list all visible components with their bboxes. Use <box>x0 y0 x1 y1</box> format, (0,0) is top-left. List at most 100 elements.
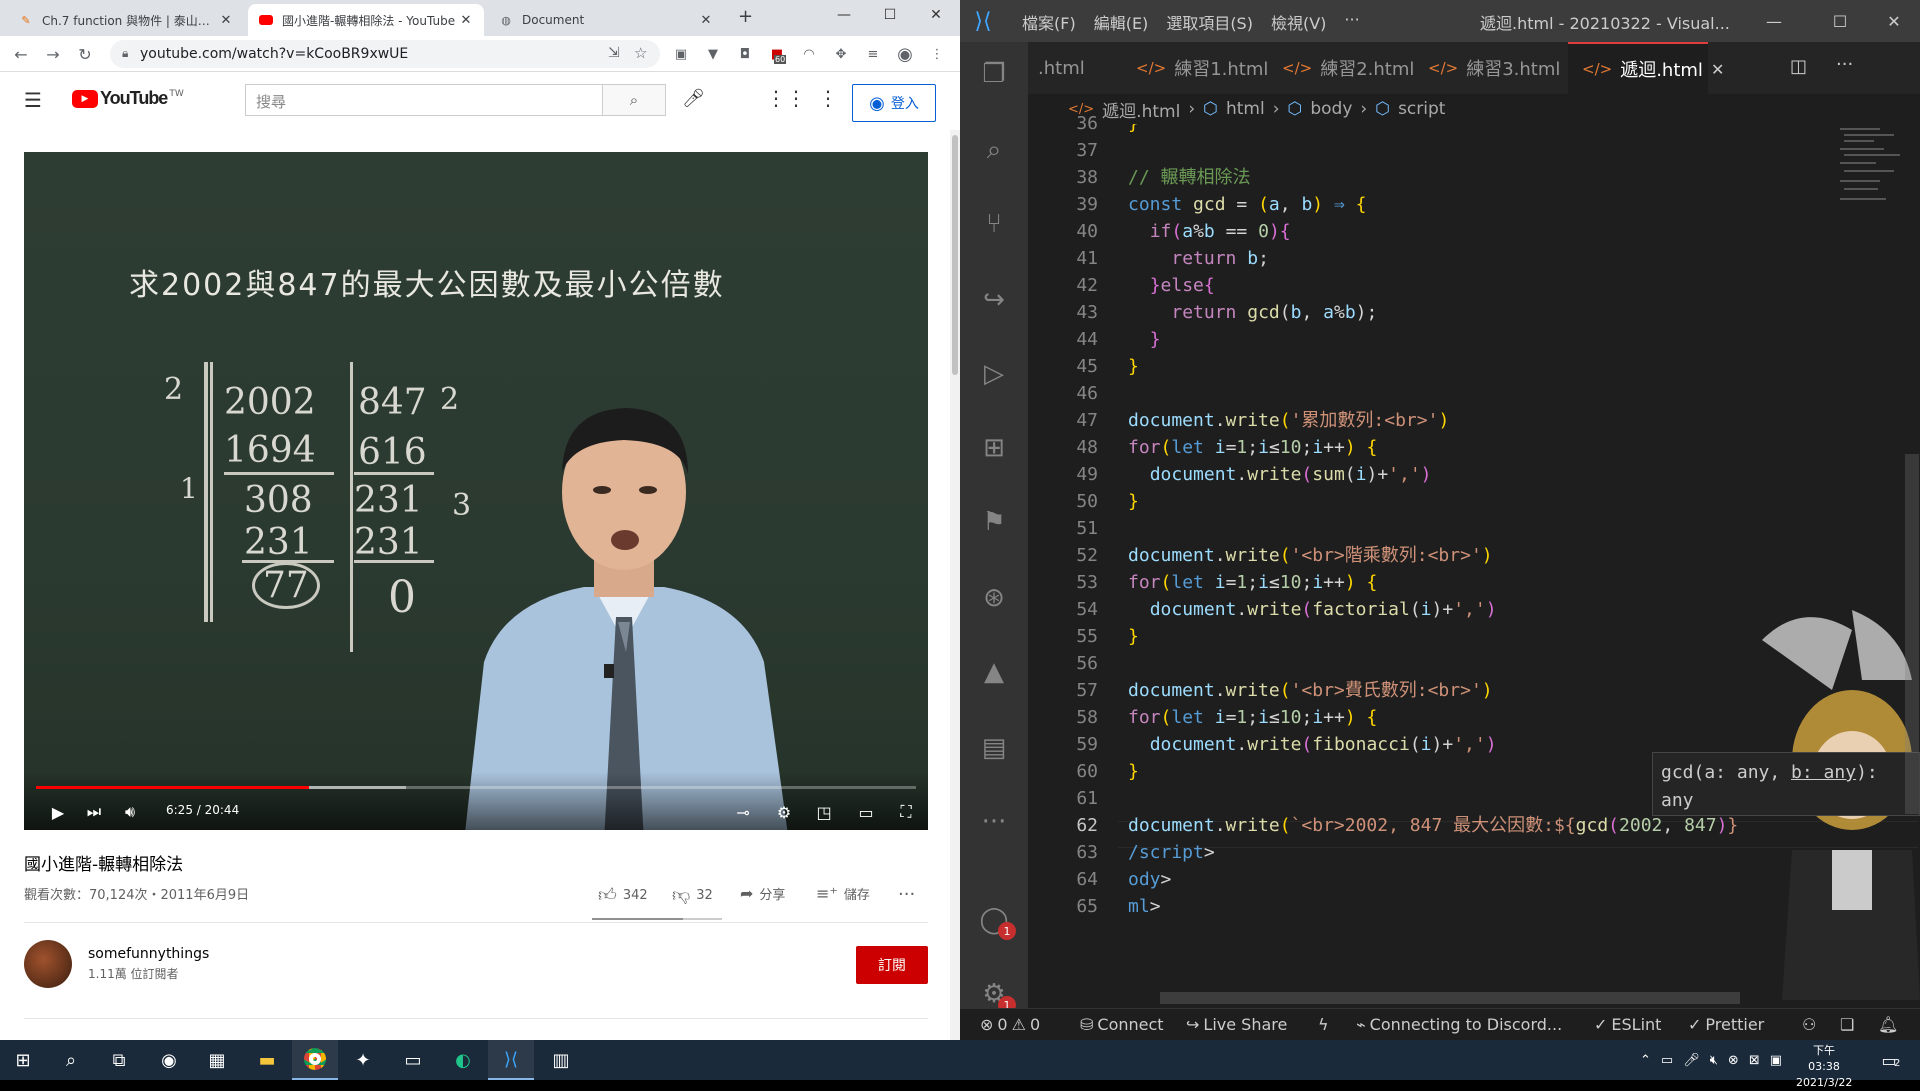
theater-icon[interactable]: ▭ <box>854 800 878 824</box>
close-icon[interactable]: ✕ <box>218 13 234 28</box>
git-graph-icon[interactable]: ⊛ <box>974 578 1014 618</box>
vscode-taskbar-icon[interactable]: ⟩⟨ <box>488 1040 534 1080</box>
run-debug-icon[interactable]: ▷ <box>974 354 1014 394</box>
install-icon[interactable]: ⇲ <box>608 45 620 61</box>
editor-tab-html[interactable]: .html <box>1028 42 1099 94</box>
connect-item[interactable]: ⛁ Connect <box>1080 1015 1164 1034</box>
close-window-icon[interactable]: ✕ <box>1874 6 1914 36</box>
channel-name[interactable]: somefunnythings <box>88 946 209 962</box>
extension-icon[interactable]: ▣ <box>672 45 690 63</box>
settings-dots-icon[interactable]: ⋮ <box>818 86 838 110</box>
menu-more[interactable]: ··· <box>1344 10 1359 34</box>
horizontal-scrollbar[interactable] <box>1160 992 1740 1004</box>
save-button[interactable]: ≡⁺ 儲存 <box>816 884 870 903</box>
progress-bar[interactable] <box>36 786 916 789</box>
new-tab-button[interactable]: + <box>738 6 753 27</box>
notebook-icon[interactable]: ▤ <box>974 728 1014 768</box>
breadcrumb-script[interactable]: script <box>1398 99 1445 119</box>
bookmark-star-icon[interactable]: ☆ <box>634 44 647 62</box>
bell-icon[interactable]: 🔔︎ <box>1878 1015 1898 1034</box>
miniplayer-icon[interactable]: ◳ <box>812 800 836 824</box>
hamburger-icon[interactable]: ☰ <box>24 88 42 112</box>
adblock-icon[interactable]: ■ 60 <box>768 45 787 64</box>
fullscreen-icon[interactable]: ⛶ <box>894 800 918 824</box>
eslint-item[interactable]: ✓ ESLint <box>1594 1015 1661 1034</box>
apps-grid-icon[interactable]: ⋮⋮ <box>766 86 806 110</box>
editor-tab-practice1[interactable]: </> 練習1.html <box>1122 42 1282 94</box>
close-icon[interactable]: ✕ <box>458 13 474 28</box>
chevron-up-icon[interactable]: ⌃ <box>1640 1053 1651 1068</box>
reload-icon[interactable]: ↻ <box>74 43 96 65</box>
speaker-mute-icon[interactable]: 🔇︎ <box>1710 1053 1718 1068</box>
chrome-icon[interactable] <box>292 1040 338 1080</box>
editor-tab-practice2[interactable]: </> 練習2.html <box>1268 42 1428 94</box>
search-icon[interactable]: ⌕ <box>974 130 1014 170</box>
browser-tab-1[interactable]: ✎ Ch.7 function 與物件 | 泰山職訓 ✕ <box>8 4 244 36</box>
keyboard-icon[interactable]: ▣ <box>1770 1053 1782 1068</box>
like-button[interactable]: 👍︎ 342 <box>598 884 648 906</box>
maximize-icon[interactable]: ☐ <box>1820 6 1860 36</box>
close-tab-icon[interactable]: ✕ <box>1711 60 1724 79</box>
vpn-icon[interactable]: ⊗ <box>1728 1053 1739 1068</box>
video-player[interactable]: 求2002與847的最大公因數及最小公倍數 2 2002 1694 308 23… <box>24 152 928 830</box>
autoplay-toggle-icon[interactable]: ⊸ <box>728 800 758 824</box>
breadcrumb-body[interactable]: body <box>1310 99 1352 119</box>
address-bar[interactable]: 🔒︎ youtube.com/watch?v=kCooBR9xwUE ⇲ ☆ <box>110 40 660 68</box>
discord-item[interactable]: ⌁ Connecting to Discord... <box>1356 1015 1562 1034</box>
prettier-item[interactable]: ✓ Prettier <box>1688 1015 1764 1034</box>
search-input[interactable]: 搜尋 <box>245 84 603 116</box>
menu-selection[interactable]: 選取項目(S) <box>1166 10 1253 34</box>
network-icon[interactable]: ▭ <box>1661 1053 1673 1068</box>
live-share-item[interactable]: ↪ Live Share <box>1186 1015 1287 1034</box>
breadcrumb-file[interactable]: 遞迴.html <box>1102 97 1180 122</box>
channel-avatar[interactable] <box>24 940 72 988</box>
copy-icon[interactable]: ❏ <box>1840 1015 1854 1034</box>
app-icon[interactable]: ▦ <box>194 1040 240 1080</box>
play-icon[interactable]: ▶ <box>46 800 70 824</box>
account-icon[interactable]: ◯ 1 <box>974 900 1016 940</box>
search-icon[interactable]: ⌕ <box>48 1040 94 1080</box>
pocket-icon[interactable]: ◘ <box>736 45 754 63</box>
microphone-icon[interactable]: 🎤︎ <box>1683 1053 1700 1068</box>
more-icon[interactable]: ··· <box>898 884 915 905</box>
security-icon[interactable]: ⊠ <box>1749 1053 1760 1068</box>
minimap[interactable] <box>1840 124 1910 244</box>
breadcrumb-html[interactable]: html <box>1226 99 1265 119</box>
editor-tab-recursion[interactable]: </> 遞迴.html ✕ <box>1568 42 1724 94</box>
browser-tab-3[interactable]: ◍ Document ✕ <box>488 4 724 36</box>
terminal-icon[interactable]: ▭ <box>390 1040 436 1080</box>
profile-icon[interactable]: ◉ <box>896 44 914 65</box>
subscribe-button[interactable]: 訂閱 <box>856 946 928 984</box>
youtube-logo[interactable]: ▶ YouTube TW <box>72 88 184 109</box>
forward-icon[interactable]: → <box>42 43 64 65</box>
page-scrollbar[interactable] <box>950 130 960 1040</box>
search-icon[interactable]: ⌕ <box>602 84 666 116</box>
menu-dots-icon[interactable]: ⋮ <box>928 45 946 63</box>
next-icon[interactable]: ⏭︎ <box>82 800 106 824</box>
windows-start-icon[interactable]: ⊞ <box>0 1040 46 1080</box>
bookmark-icon[interactable]: ⚑ <box>974 502 1014 542</box>
signin-button[interactable]: ◉ 登入 <box>852 84 936 122</box>
more-views-icon[interactable]: ··· <box>974 802 1014 842</box>
volume-icon[interactable]: 🔊︎ <box>118 800 142 824</box>
extensions-icon[interactable]: ⊞ <box>974 428 1014 468</box>
microphone-icon[interactable]: 🎤︎ <box>682 88 705 109</box>
calculator-icon[interactable]: ▥ <box>538 1040 584 1080</box>
settings-icon[interactable]: ⚙︎ <box>772 800 796 824</box>
obs-icon[interactable]: ◉ <box>146 1040 192 1080</box>
editor-scrollbar[interactable] <box>1905 124 1919 1000</box>
azure-icon[interactable]: ▲ <box>974 652 1014 692</box>
cast-icon[interactable]: ◠ <box>800 45 818 63</box>
share-button[interactable]: ➦ 分享 <box>740 884 785 903</box>
app-icon-3[interactable]: ◐ <box>440 1040 486 1080</box>
task-view-icon[interactable]: ⧉ <box>96 1040 142 1080</box>
editor-tab-practice3[interactable]: </> 練習3.html <box>1414 42 1574 94</box>
puzzle-icon[interactable]: ✥ <box>832 45 850 63</box>
notification-icon[interactable]: ▭ 2 <box>1866 1040 1912 1080</box>
source-control-icon[interactable]: ⑂ <box>974 204 1014 244</box>
close-window-icon[interactable]: ✕ <box>914 0 958 30</box>
back-icon[interactable]: ← <box>10 43 32 65</box>
browser-tab-2[interactable]: 國小進階-輾轉相除法 - YouTube ✕ <box>248 4 484 36</box>
menu-file[interactable]: 檔案(F) <box>1022 10 1076 34</box>
filter-icon[interactable]: ▼ <box>704 45 722 63</box>
